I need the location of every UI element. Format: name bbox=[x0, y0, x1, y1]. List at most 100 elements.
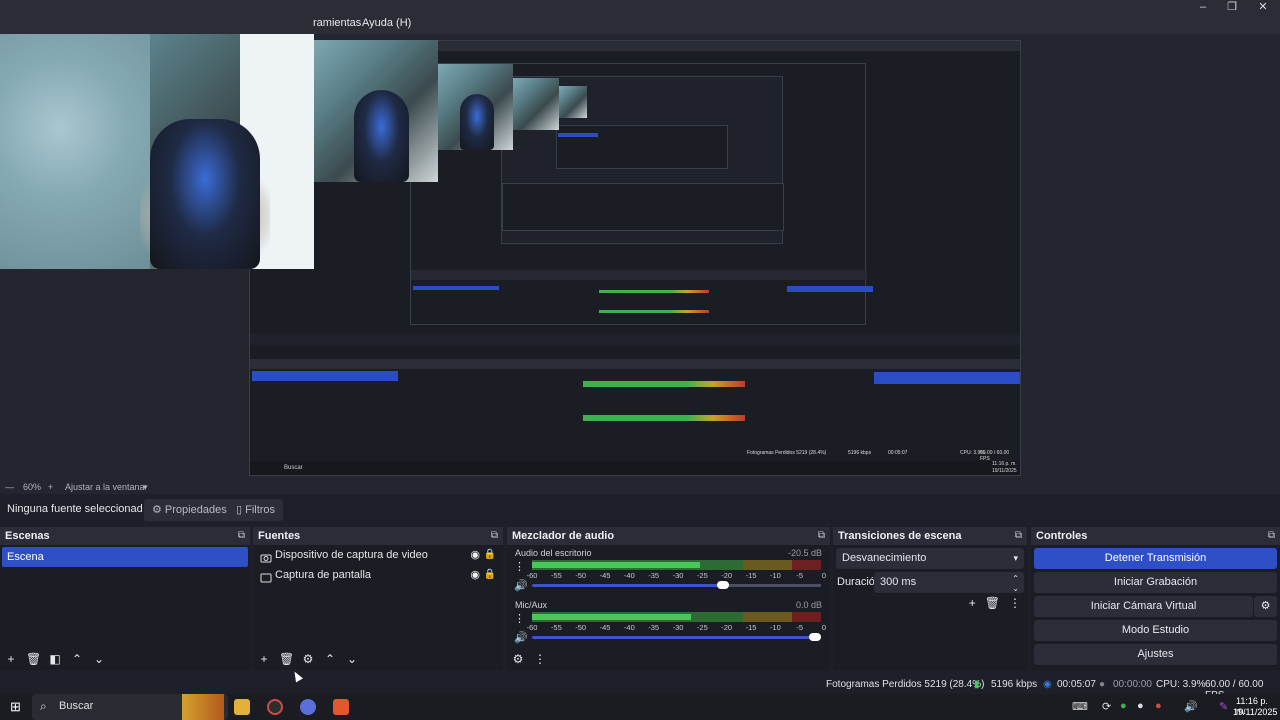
trash-icon[interactable]: 🗑 bbox=[985, 596, 1000, 610]
popout-icon[interactable]: ⧉ bbox=[818, 527, 825, 545]
tick-label: -55 bbox=[550, 571, 562, 580]
speaker-icon[interactable]: 🔊 bbox=[514, 631, 528, 644]
tray-icon[interactable]: ⟳ bbox=[1102, 700, 1111, 713]
eye-icon[interactable]: ◉ bbox=[470, 565, 480, 585]
chevron-down-icon[interactable]: ▾ bbox=[143, 482, 148, 493]
tray-icon[interactable]: ● bbox=[1120, 700, 1127, 712]
virtual-camera-settings-button[interactable]: ⚙ bbox=[1254, 596, 1277, 617]
filter-icon[interactable]: ◧ bbox=[48, 652, 62, 666]
minus-icon[interactable]: — bbox=[5, 482, 14, 492]
preview-canvas[interactable]: Fotogramas Perdidos 5219 (28.4%) 5196 kb… bbox=[0, 34, 1280, 480]
tick-label: -25 bbox=[696, 571, 708, 580]
trash-icon[interactable]: 🗑 bbox=[26, 652, 41, 666]
controls-header: Controles ⧉ bbox=[1031, 527, 1280, 545]
webcam-feed bbox=[0, 34, 314, 269]
search-highlight-image bbox=[182, 694, 224, 720]
maximize-button[interactable]: ❐ bbox=[1215, 0, 1249, 14]
lock-icon[interactable]: 🔒 bbox=[484, 565, 496, 585]
tick-label: 0 bbox=[821, 571, 827, 580]
webcam-feed-3 bbox=[438, 64, 513, 150]
speaker-icon[interactable]: 🔊 bbox=[514, 579, 528, 592]
windows-start-icon[interactable]: ⊞ bbox=[10, 699, 21, 715]
brave-icon[interactable] bbox=[333, 699, 349, 715]
tick-label: -5 bbox=[796, 571, 803, 580]
source-item-video[interactable]: Dispositivo de captura de video ◉ 🔒 bbox=[258, 545, 498, 565]
move-down-icon[interactable]: ⌄ bbox=[345, 652, 359, 666]
fader-knob[interactable] bbox=[809, 633, 821, 641]
tick-label: -55 bbox=[550, 623, 562, 632]
filters-button[interactable]: ▯ Filtros bbox=[228, 499, 284, 521]
tray-icon[interactable]: ● bbox=[1137, 700, 1144, 712]
tick-label: -20 bbox=[721, 571, 733, 580]
close-button[interactable]: ✕ bbox=[1246, 0, 1280, 14]
controls-dock: Controles ⧉ Detener Transmisión Iniciar G… bbox=[1031, 527, 1280, 670]
sources-header: Fuentes ⧉ bbox=[253, 527, 503, 545]
nested-search: Buscar bbox=[284, 465, 303, 471]
lock-icon[interactable]: 🔒 bbox=[484, 545, 496, 565]
kebab-icon[interactable]: ⋮ bbox=[1009, 596, 1021, 610]
popout-icon[interactable]: ⧉ bbox=[491, 527, 498, 545]
webcam-feed-5 bbox=[559, 86, 587, 118]
file-explorer-icon[interactable] bbox=[234, 699, 250, 715]
start-virtual-camera-button[interactable]: Iniciar Cámara Virtual bbox=[1034, 596, 1253, 617]
tick-label: -25 bbox=[696, 623, 708, 632]
tick-label: -45 bbox=[599, 571, 611, 580]
fit-window-button[interactable]: Ajustar a la ventana bbox=[65, 482, 145, 492]
trash-icon[interactable]: 🗑 bbox=[279, 652, 294, 666]
tick-label: -35 bbox=[648, 571, 660, 580]
tick-label: -40 bbox=[623, 571, 635, 580]
settings-button[interactable]: Ajustes bbox=[1034, 644, 1277, 665]
camera-icon bbox=[260, 550, 272, 563]
move-up-icon[interactable]: ⌃ bbox=[70, 652, 84, 666]
volume-fader[interactable] bbox=[532, 581, 821, 589]
discord-icon[interactable] bbox=[300, 699, 316, 715]
kebab-icon[interactable]: ⋮ bbox=[514, 612, 525, 625]
popout-icon[interactable]: ⧉ bbox=[1268, 527, 1275, 545]
menu-help[interactable]: Ayuda (H) bbox=[362, 17, 411, 29]
add-scene-button[interactable]: + bbox=[4, 652, 18, 666]
meter-level bbox=[532, 562, 700, 568]
tick-label: -60 bbox=[526, 571, 538, 580]
tick-label: -50 bbox=[575, 571, 587, 580]
tray-icon[interactable]: ✎ bbox=[1219, 700, 1228, 713]
add-transition-button[interactable]: + bbox=[969, 596, 976, 610]
filter-icon: ▯ bbox=[236, 504, 246, 516]
tick-label: -60 bbox=[526, 623, 538, 632]
gear-icon[interactable]: ⚙ bbox=[301, 652, 315, 666]
channel-db: -20.5 dB bbox=[787, 548, 822, 558]
add-source-button[interactable]: + bbox=[257, 652, 271, 666]
source-item-screen[interactable]: Captura de pantalla ◉ 🔒 bbox=[258, 565, 498, 585]
menu-tools[interactable]: ramientas bbox=[313, 17, 361, 29]
popout-icon[interactable]: ⧉ bbox=[238, 527, 245, 545]
move-down-icon[interactable]: ⌄ bbox=[92, 652, 106, 666]
kebab-icon[interactable]: ⋮ bbox=[533, 652, 547, 666]
move-up-icon[interactable]: ⌃ bbox=[323, 652, 337, 666]
mixer-settings-icon[interactable]: ⚙ bbox=[511, 652, 525, 666]
start-recording-button[interactable]: Iniciar Grabación bbox=[1034, 572, 1277, 593]
fader-knob[interactable] bbox=[716, 581, 729, 589]
properties-button[interactable]: ⚙ Propiedades bbox=[144, 499, 235, 521]
plus-icon[interactable]: + bbox=[48, 482, 53, 492]
obs-icon[interactable] bbox=[267, 699, 283, 715]
volume-meter bbox=[532, 612, 821, 622]
duration-input[interactable]: 300 ms ⌃ ⌄ bbox=[874, 572, 1024, 593]
clock-date[interactable]: 19/11/2025 bbox=[1233, 707, 1277, 717]
popout-icon[interactable]: ⧉ bbox=[1015, 527, 1022, 545]
meter-ticks: -60 -55 -50 -45 -40 -35 -30 -25 -20 -15 -10 -5 0 bbox=[527, 623, 827, 633]
eye-icon[interactable]: ◉ bbox=[470, 545, 480, 565]
scene-item[interactable]: Escena bbox=[2, 547, 248, 567]
meter-level bbox=[532, 614, 691, 620]
volume-icon[interactable]: 🔊 bbox=[1184, 700, 1198, 713]
nested-kbps: 5196 kbps bbox=[848, 450, 872, 456]
keyboard-icon[interactable]: ⌨ bbox=[1072, 700, 1088, 713]
stop-stream-button[interactable]: Detener Transmisión bbox=[1034, 548, 1277, 569]
taskbar-search[interactable]: ⌕ Buscar bbox=[32, 694, 228, 720]
volume-fader[interactable] bbox=[532, 633, 821, 641]
transitions-header: Transiciones de escena ⧉ bbox=[833, 527, 1027, 545]
menu-bar bbox=[0, 14, 1280, 34]
tick-label: -45 bbox=[599, 623, 611, 632]
transition-select[interactable]: Desvanecimiento ▾ bbox=[836, 548, 1024, 569]
studio-mode-button[interactable]: Modo Estudio bbox=[1034, 620, 1277, 641]
kebab-icon[interactable]: ⋮ bbox=[514, 560, 525, 573]
tray-icon[interactable]: ● bbox=[1155, 700, 1162, 712]
